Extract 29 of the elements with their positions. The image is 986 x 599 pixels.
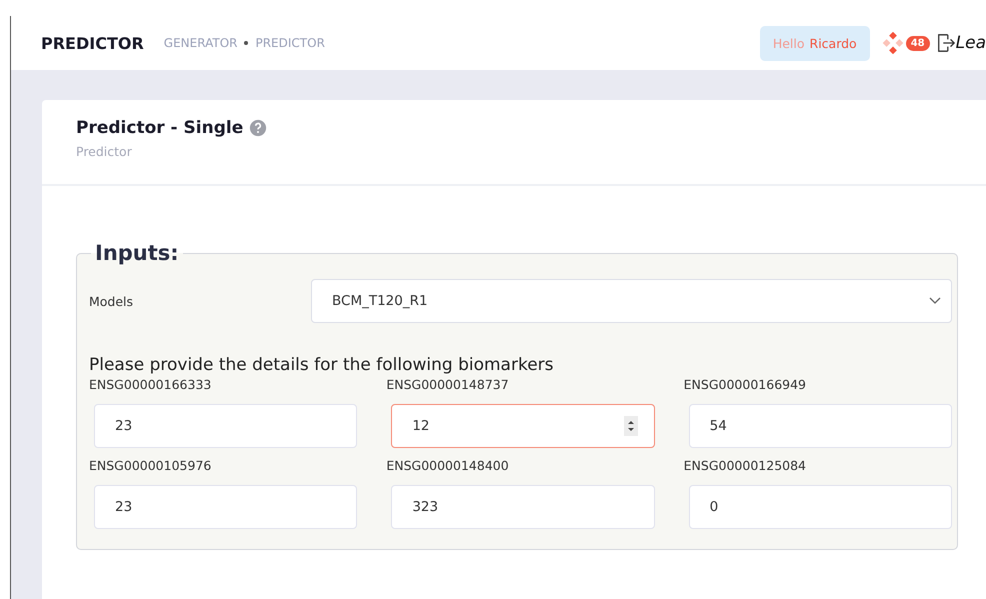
separator-dot-icon <box>244 41 248 45</box>
models-label: Models <box>89 294 134 308</box>
greeting-text: Hello <box>772 36 805 50</box>
chevron-down-icon <box>929 297 941 305</box>
diamond-cluster-icon[interactable] <box>882 32 904 54</box>
number-input-field[interactable]: 323 <box>391 485 655 529</box>
biomarker-label: ENSG00000105976 <box>89 458 212 473</box>
models-dropdown[interactable]: BCM_T120_R1 <box>311 279 952 323</box>
spinner-arrows-icon[interactable] <box>624 416 638 436</box>
biomarker-label: ENSG00000148737 <box>386 377 510 392</box>
number-input-field[interactable]: 12 <box>391 404 655 448</box>
card-subtitle: Predictor <box>76 144 133 159</box>
number-input-field[interactable]: 23 <box>94 404 358 448</box>
help-icon[interactable] <box>249 119 268 137</box>
biomarker-label: ENSG00000166949 <box>684 377 808 392</box>
notification-count: 48 <box>906 36 930 50</box>
user-name: Ricardo <box>810 36 857 50</box>
page-title: PREDICTOR <box>41 34 144 52</box>
biomarker-label: ENSG00000148400 <box>386 458 510 473</box>
number-input-field[interactable]: 23 <box>94 485 358 529</box>
inputs-legend: Inputs: <box>91 241 183 265</box>
logout-link[interactable]: Lea <box>956 33 986 53</box>
number-input-field[interactable]: 0 <box>688 485 952 529</box>
card-title: Predictor - Single <box>76 118 244 138</box>
biomarker-label: ENSG00000166333 <box>89 377 212 392</box>
biomarker-label: ENSG00000125084 <box>684 458 808 473</box>
biomarker-prompt: Please provide the details for the following biomarkers <box>89 355 554 375</box>
number-input-field[interactable]: 54 <box>688 404 952 448</box>
logout-icon[interactable] <box>936 32 956 54</box>
